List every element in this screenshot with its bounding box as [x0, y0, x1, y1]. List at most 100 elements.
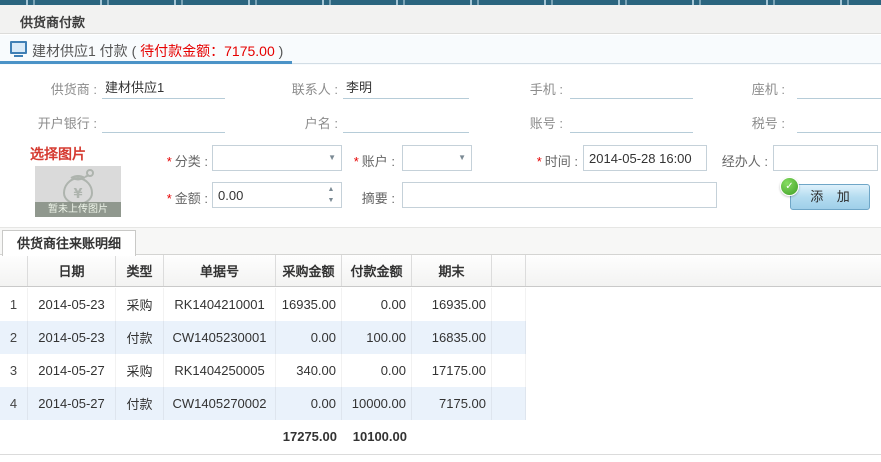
table-row[interactable]: 4 2014-05-27 付款 CW1405270002 0.00 10000.…	[0, 387, 526, 420]
field-label-contact: 联系人	[240, 79, 338, 97]
cell-doc-no: CW1405270002	[164, 387, 276, 420]
svg-text:¥: ¥	[73, 187, 82, 202]
cell-purchase: 340.00	[276, 354, 342, 387]
cell-rowno: 3	[0, 354, 28, 387]
tax-no-field[interactable]	[797, 111, 881, 133]
page-title: 建材供应1 付款 ( 待付款金额：7175.00 )	[32, 41, 283, 61]
account-no-field[interactable]	[570, 111, 693, 133]
required-asterisk: *	[537, 154, 542, 169]
amount-stepper[interactable]: 0.00 ▲▼	[212, 182, 342, 208]
check-badge-icon: ✓	[780, 177, 799, 196]
col-header-filler	[492, 255, 526, 286]
category-label-text: 分类	[175, 154, 201, 169]
field-label-landline: 座机	[688, 79, 785, 97]
chevron-down-icon[interactable]: ▼	[458, 153, 466, 162]
operator-input[interactable]	[773, 145, 878, 171]
cell-filler	[492, 354, 526, 387]
supplier-payment-page: 供货商付款 建材供应1 付款 ( 待付款金额：7175.00 ) 供货商 建材供…	[0, 0, 881, 462]
cell-type: 采购	[116, 354, 164, 387]
summary-input[interactable]	[402, 182, 717, 208]
cell-balance: 16835.00	[412, 321, 492, 354]
add-button[interactable]: 添 加	[790, 184, 870, 210]
bank-field[interactable]	[102, 111, 225, 133]
landline-field[interactable]	[797, 77, 881, 99]
cell-purchase: 16935.00	[276, 288, 342, 321]
total-filler	[28, 420, 116, 453]
spin-down-icon[interactable]: ▼	[325, 195, 337, 206]
required-asterisk: *	[354, 154, 359, 169]
total-filler	[492, 420, 526, 453]
table-row[interactable]: 2 2014-05-23 付款 CW1405230001 0.00 100.00…	[0, 321, 526, 354]
total-filler	[116, 420, 164, 453]
active-title-underline	[0, 61, 292, 64]
cell-balance: 7175.00	[412, 387, 492, 420]
field-label-account-no: 账号	[468, 113, 563, 131]
tab-supplier-payment[interactable]: 供货商付款	[20, 12, 85, 31]
page-header: 建材供应1 付款 ( 待付款金额：7175.00 )	[0, 35, 881, 65]
cell-date: 2014-05-23	[28, 321, 116, 354]
amount-label-text: 金额	[175, 191, 201, 206]
picture-placeholder[interactable]: ¥ 暂未上传图片	[35, 166, 121, 217]
account-label: *账户	[338, 151, 395, 169]
chevron-down-icon[interactable]: ▼	[328, 153, 336, 162]
window-tab-bar: 供货商付款	[0, 5, 881, 34]
page-title-prefix: 建材供应1 付款 (	[32, 43, 140, 59]
summary-label-text: 摘要	[362, 191, 388, 206]
total-filler	[0, 420, 28, 453]
cell-payment: 0.00	[342, 288, 412, 321]
col-header-rowno	[0, 255, 28, 286]
total-purchase: 17275.00	[276, 420, 342, 453]
cell-balance: 16935.00	[412, 288, 492, 321]
cell-doc-no: CW1405230001	[164, 321, 276, 354]
cell-doc-no: RK1404210001	[164, 288, 276, 321]
cell-rowno: 1	[0, 288, 28, 321]
col-header-type: 类型	[116, 255, 164, 286]
cell-filler	[492, 321, 526, 354]
supplier-field[interactable]: 建材供应1	[102, 77, 225, 99]
cell-type: 采购	[116, 288, 164, 321]
account-name-field[interactable]	[343, 111, 469, 133]
operator-label: 经办人	[710, 151, 768, 169]
time-label-text: 时间	[545, 154, 571, 169]
amount-label: *金额	[140, 188, 208, 206]
amount-value: 0.00	[218, 188, 243, 203]
choose-picture-link[interactable]: 选择图片	[30, 144, 86, 164]
total-payment: 10100.00	[342, 420, 412, 453]
cell-rowno: 2	[0, 321, 28, 354]
cell-payment: 10000.00	[342, 387, 412, 420]
cell-type: 付款	[116, 321, 164, 354]
field-label-bank: 开户银行	[0, 113, 97, 131]
table-row[interactable]: 3 2014-05-27 采购 RK1404250005 340.00 0.00…	[0, 354, 526, 387]
category-label: *分类	[140, 151, 208, 169]
field-label-mobile: 手机	[468, 79, 563, 97]
account-select[interactable]: ▼	[402, 145, 472, 171]
required-asterisk: *	[167, 191, 172, 206]
contact-field[interactable]: 李明	[343, 77, 469, 99]
tab-supplier-ledger-detail[interactable]: 供货商往来账明细	[2, 230, 136, 256]
cell-purchase: 0.00	[276, 387, 342, 420]
cell-date: 2014-05-23	[28, 288, 116, 321]
category-select[interactable]: ▼	[212, 145, 342, 171]
mobile-field[interactable]	[570, 77, 693, 99]
cell-filler	[492, 387, 526, 420]
summary-label: 摘要	[338, 188, 395, 206]
time-input[interactable]: 2014-05-28 16:00	[583, 145, 707, 171]
table-totals-row: 17275.00 10100.00	[0, 420, 526, 453]
spin-up-icon[interactable]: ▲	[325, 184, 337, 195]
cell-filler	[492, 288, 526, 321]
page-title-suffix: )	[275, 43, 284, 59]
table-row[interactable]: 1 2014-05-23 采购 RK1404210001 16935.00 0.…	[0, 288, 526, 321]
cell-date: 2014-05-27	[28, 387, 116, 420]
col-header-date: 日期	[28, 255, 116, 286]
cell-rowno: 4	[0, 387, 28, 420]
col-header-doc-no: 单据号	[164, 255, 276, 286]
time-label: *时间	[520, 151, 578, 169]
cell-doc-no: RK1404250005	[164, 354, 276, 387]
computer-icon	[10, 41, 27, 57]
account-label-text: 账户	[362, 154, 388, 169]
stepper-arrows: ▲▼	[325, 184, 337, 206]
cell-type: 付款	[116, 387, 164, 420]
col-header-rest	[526, 255, 881, 286]
field-label-supplier: 供货商	[0, 79, 97, 97]
total-filler	[412, 420, 492, 453]
